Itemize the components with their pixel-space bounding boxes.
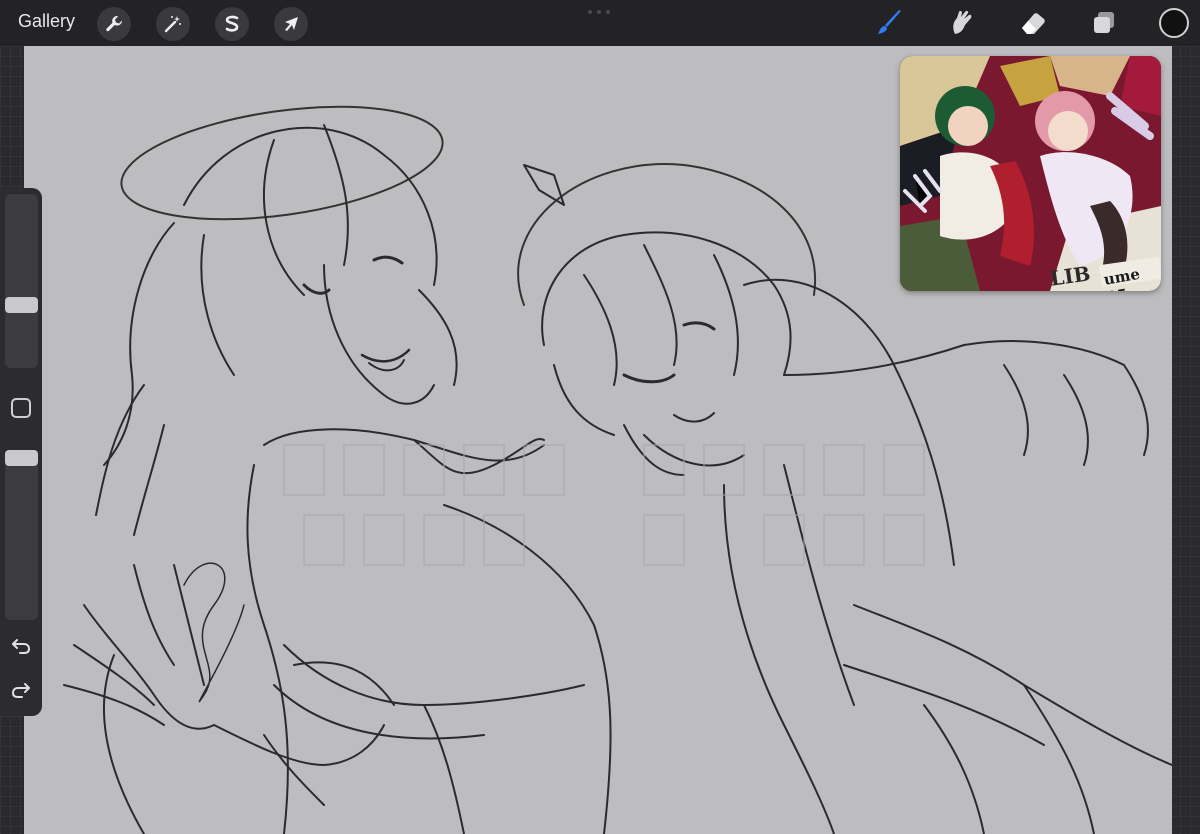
undo-icon	[12, 639, 31, 654]
selection-s-icon	[225, 15, 239, 32]
brush-size-slider[interactable]	[5, 194, 38, 368]
left-sidebar	[0, 188, 42, 716]
layers-icon	[1094, 12, 1114, 33]
brush-size-slider-thumb[interactable]	[5, 296, 38, 313]
top-toolbar: Gallery	[0, 0, 1200, 46]
brush-tool[interactable]	[873, 6, 907, 40]
redo-button[interactable]	[9, 678, 33, 702]
arrow-cursor-icon	[285, 17, 298, 31]
magic-wand-icon	[164, 16, 181, 33]
brush-icon	[878, 10, 901, 34]
modify-button[interactable]	[11, 398, 31, 418]
reference-artwork	[900, 56, 1161, 291]
actions-button[interactable]	[97, 7, 131, 41]
color-swatch[interactable]	[1159, 8, 1189, 38]
undo-button[interactable]	[9, 634, 33, 658]
wrench-icon	[106, 16, 123, 32]
selection-button[interactable]	[215, 7, 249, 41]
eraser-icon	[1022, 13, 1045, 34]
brush-opacity-slider-thumb[interactable]	[5, 450, 38, 466]
adjustments-button[interactable]	[156, 7, 190, 41]
transform-button[interactable]	[274, 7, 308, 41]
smudge-tool[interactable]	[945, 6, 979, 40]
smudge-icon	[953, 10, 972, 34]
redo-icon	[11, 683, 30, 698]
eraser-tool[interactable]	[1016, 6, 1050, 40]
gallery-button[interactable]: Gallery	[18, 11, 75, 32]
brush-opacity-slider[interactable]	[5, 450, 38, 620]
layers-tool[interactable]	[1087, 6, 1121, 40]
grabber-handle[interactable]	[588, 10, 610, 14]
reference-image-window[interactable]: LIB ume 05	[900, 56, 1161, 291]
